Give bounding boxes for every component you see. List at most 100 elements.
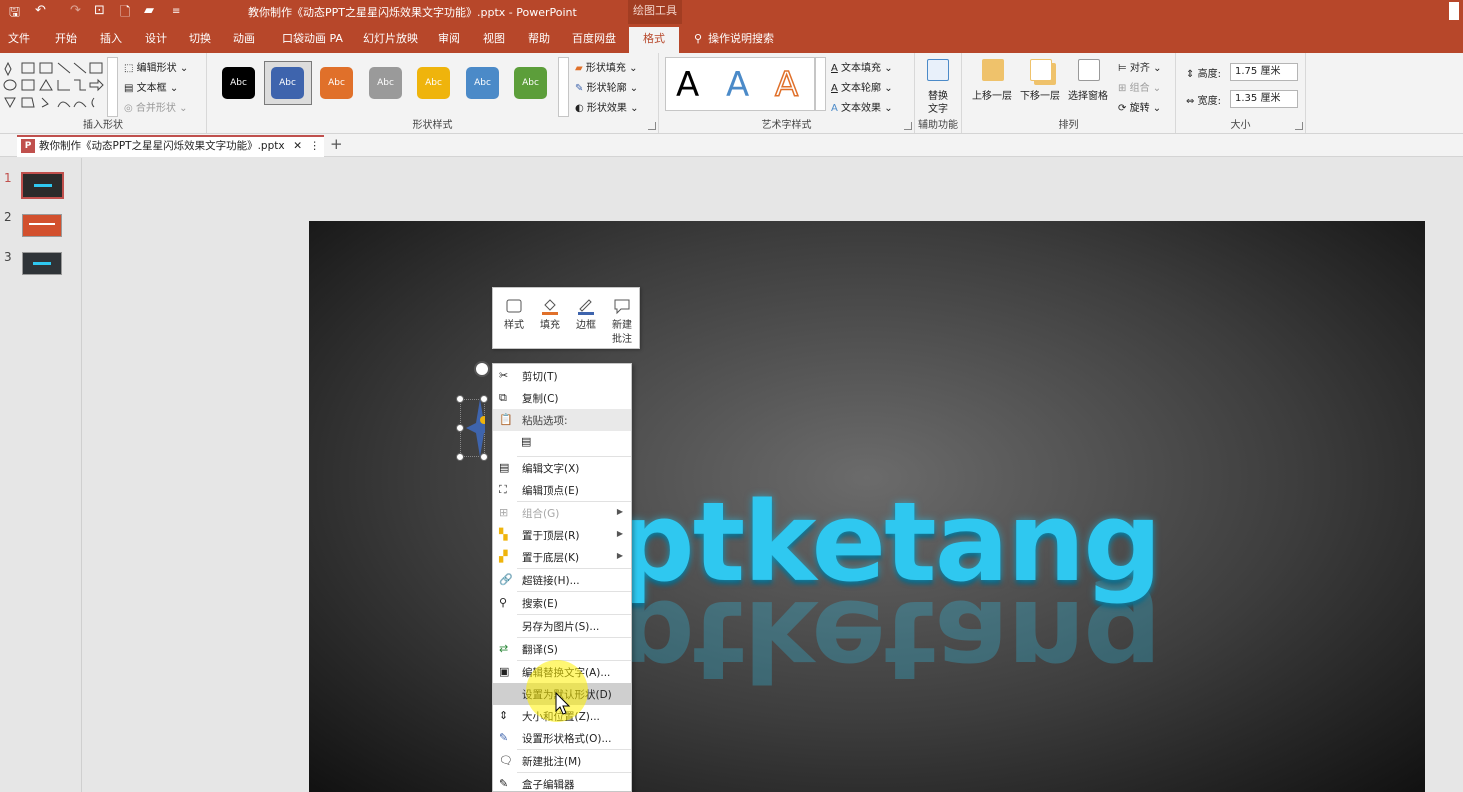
tab-view[interactable]: 视图 xyxy=(481,24,507,53)
new-comment-button[interactable]: 新建 批注 xyxy=(605,292,639,346)
text-fill-button[interactable]: A 文本填充 ⌄ xyxy=(831,59,893,74)
shape-style-swatch[interactable]: Abc xyxy=(320,67,353,99)
selection-pane-button[interactable]: 选择窗格 xyxy=(1068,87,1108,102)
edit-points-icon: ⛶ xyxy=(499,483,507,496)
alt-text-button-line2[interactable]: 文字 xyxy=(928,100,948,115)
menu-item-send-to-back[interactable]: ▞ 置于底层(K) ▶ xyxy=(493,546,631,568)
new-file-icon[interactable]: 🗋 xyxy=(120,3,130,25)
resize-handle[interactable] xyxy=(456,424,464,432)
tab-insert[interactable]: 插入 xyxy=(98,24,124,53)
dialog-launcher-icon[interactable] xyxy=(904,122,912,130)
thumbnail-text-mark xyxy=(29,223,55,225)
shape-style-swatch[interactable]: Abc xyxy=(466,67,499,99)
resize-handle[interactable] xyxy=(456,395,464,403)
shapes-gallery[interactable] xyxy=(2,59,106,111)
tab-design[interactable]: 设计 xyxy=(143,24,169,53)
tab-slideshow[interactable]: 幻灯片放映 xyxy=(361,24,420,53)
menu-item-edit-alt-text[interactable]: ▣ 编辑替换文字(A)... xyxy=(493,661,631,683)
merge-shapes-button[interactable]: ◎ 合并形状 ⌄ xyxy=(124,99,187,114)
shape-effects-button[interactable]: ◐ 形状效果 ⌄ xyxy=(575,99,638,114)
menu-item-size-position[interactable]: ⇕ 大小和位置(Z)... xyxy=(493,705,631,727)
text-box-button[interactable]: ▤ 文本框 ⌄ xyxy=(124,79,178,94)
menu-item-set-default-shape[interactable]: 设置为默认形状(D) xyxy=(493,683,631,705)
bring-forward-button[interactable]: 上移一层 xyxy=(972,87,1012,102)
tab-file[interactable]: 文件 xyxy=(6,24,32,53)
slide-canvas[interactable]: ptketang ptketang xyxy=(309,221,1425,792)
text-outline-button[interactable]: A 文本轮廓 ⌄ xyxy=(831,79,893,94)
wordart-style-orange-outline[interactable]: A xyxy=(774,64,799,106)
menu-item-hyperlink[interactable]: 🔗 超链接(H)... xyxy=(493,569,631,591)
height-input[interactable]: 1.75 厘米 xyxy=(1230,63,1298,81)
tab-pocket-animation[interactable]: 口袋动画 PA xyxy=(280,24,345,53)
paste-keep-icon[interactable]: ▤ xyxy=(521,435,535,449)
slide-thumbnail-2[interactable] xyxy=(22,214,62,237)
text-effects-button[interactable]: A 文本效果 ⌄ xyxy=(831,99,893,114)
style-button[interactable]: 样式 xyxy=(497,292,531,346)
menu-item-save-as-picture[interactable]: 另存为图片(S)... xyxy=(493,615,631,637)
border-button[interactable]: 边框 xyxy=(569,292,603,346)
new-tab-icon[interactable]: + xyxy=(330,135,343,153)
tab-baidu-netdisk[interactable]: 百度网盘 xyxy=(570,24,618,53)
group-button[interactable]: ⊞ 组合 ⌄ xyxy=(1118,79,1161,94)
shape-outline-button[interactable]: ✎ 形状轮廓 ⌄ xyxy=(575,79,638,94)
menu-item-cut[interactable]: ✂ 剪切(T) xyxy=(493,365,631,387)
rotate-handle[interactable] xyxy=(474,361,490,377)
dialog-launcher-icon[interactable] xyxy=(1295,122,1303,130)
align-button[interactable]: ⊨ 对齐 ⌄ xyxy=(1118,59,1161,74)
tab-home[interactable]: 开始 xyxy=(53,24,79,53)
shape-style-swatch[interactable]: Abc xyxy=(222,67,255,99)
shape-style-swatch[interactable]: Abc xyxy=(369,67,402,99)
menu-item-box-editor[interactable]: ✎ 盒子编辑器 xyxy=(493,773,631,791)
shape-styles-gallery-scroll[interactable] xyxy=(558,57,569,117)
edit-shape-button[interactable]: ⬚ 编辑形状 ⌄ xyxy=(124,59,188,74)
send-backward-button[interactable]: 下移一层 xyxy=(1020,87,1060,102)
slide-thumbnail-1[interactable] xyxy=(21,172,64,199)
fill-button[interactable]: 填充 xyxy=(533,292,567,346)
undo-icon[interactable]: ↶ xyxy=(35,3,46,18)
menu-item-translate[interactable]: ⇄ 翻译(S) xyxy=(493,638,631,660)
menu-item-group[interactable]: ⊞ 组合(G) ▶ xyxy=(493,502,631,524)
dialog-launcher-icon[interactable] xyxy=(648,122,656,130)
menu-item-format-shape[interactable]: ✎ 设置形状格式(O)... xyxy=(493,727,631,749)
menu-item-new-comment[interactable]: 🗨 新建批注(M) xyxy=(493,750,631,772)
document-tab[interactable]: P 教你制作《动态PPT之星星闪烁效果文字功能》.pptx ✕ ⋮ xyxy=(17,135,324,157)
tab-more-icon[interactable]: ⋮ xyxy=(310,137,321,156)
wordart-style-black[interactable]: A xyxy=(676,65,699,105)
group-wordart-styles: A A A A 文本填充 ⌄ A 文本轮廓 ⌄ A 文本效果 ⌄ 艺术字样式 xyxy=(659,53,915,133)
shapes-gallery-scroll[interactable] xyxy=(107,57,118,117)
window-control[interactable] xyxy=(1449,2,1459,20)
resize-handle[interactable] xyxy=(456,453,464,461)
width-icon: ⇔ xyxy=(1186,96,1195,107)
tab-animations[interactable]: 动画 xyxy=(231,24,257,53)
shape-fill-button[interactable]: ▰ 形状填充 ⌄ xyxy=(575,59,637,74)
rotate-button[interactable]: ⟳ 旋转 ⌄ xyxy=(1118,99,1161,114)
resize-handle[interactable] xyxy=(480,453,488,461)
save-icon[interactable]: 🖫 xyxy=(9,3,20,25)
tab-format[interactable]: 格式 xyxy=(629,27,679,53)
close-tab-icon[interactable]: ✕ xyxy=(293,137,302,156)
tab-review[interactable]: 审阅 xyxy=(436,24,462,53)
menu-item-bring-to-front[interactable]: ▚ 置于顶层(R) ▶ xyxy=(493,524,631,546)
open-folder-icon[interactable]: ▰ xyxy=(144,3,154,18)
width-input[interactable]: 1.35 厘米 xyxy=(1230,90,1298,108)
wordart-style-blue[interactable]: A xyxy=(726,65,749,105)
redo-icon[interactable]: ↷ xyxy=(70,3,81,18)
slide-text[interactable]: ptketang xyxy=(616,487,1162,597)
text-outline-icon: A xyxy=(831,83,838,94)
hyperlink-icon: 🔗 xyxy=(499,573,513,586)
menu-item-search[interactable]: ⚲ 搜索(E) xyxy=(493,592,631,614)
menu-item-edit-points[interactable]: ⛶ 编辑顶点(E) xyxy=(493,479,631,501)
menu-item-edit-text[interactable]: ▤ 编辑文字(X) xyxy=(493,457,631,479)
wordart-gallery-scroll[interactable] xyxy=(815,57,826,111)
customize-qat-icon[interactable]: ≡ xyxy=(172,6,180,17)
resize-handle[interactable] xyxy=(480,395,488,403)
shape-style-swatch[interactable]: Abc xyxy=(514,67,547,99)
shape-style-swatch[interactable]: Abc xyxy=(417,67,450,99)
menu-item-copy[interactable]: ⧉ 复制(C) xyxy=(493,387,631,409)
slideshow-from-start-icon[interactable]: ⊡ xyxy=(94,3,105,18)
slide-thumbnail-3[interactable] xyxy=(22,252,62,275)
tell-me-search[interactable]: ⚲ 操作说明搜索 xyxy=(694,24,774,53)
tab-transitions[interactable]: 切换 xyxy=(187,24,213,53)
shape-style-swatch[interactable]: Abc xyxy=(271,67,304,99)
tab-help[interactable]: 帮助 xyxy=(526,24,552,53)
